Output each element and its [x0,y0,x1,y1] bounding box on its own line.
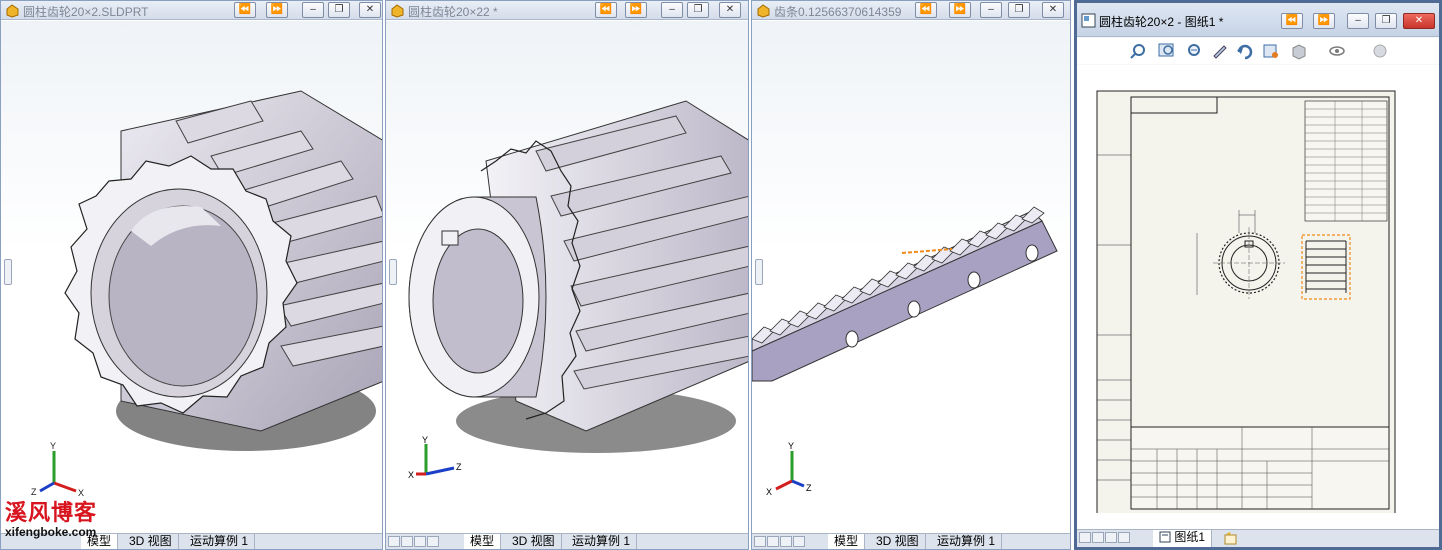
hide-show-icon[interactable] [1327,42,1347,60]
restore-button[interactable]: ❐ [328,2,350,18]
part-window-rack[interactable]: 齿条0.12566370614359 ⏪ ⏩ – ❐ ✕ Y X Z 模型 3D… [751,0,1071,550]
zoom-area-icon[interactable] [1157,42,1177,60]
window-titlebar[interactable]: 圆柱齿轮20×2.SLDPRT ⏪ ⏩ – ❐ ✕ [1,1,382,20]
restore-button[interactable]: ❐ [1008,2,1030,18]
solidworks-part-icon [757,4,770,18]
solidworks-drawing-icon [1081,13,1096,28]
model-tabs-bar: 模型 3D 视图 运动算例 1 [752,533,1070,549]
pan-icon[interactable] [1210,42,1230,60]
drawing-window[interactable]: 圆柱齿轮20×2 - 图纸1 * ⏪ ⏩ – ❐ ✕ 图纸1 [1074,0,1442,550]
sheet-tab-label: 图纸1 [1174,530,1206,544]
tab-motion-study[interactable]: 运动算例 1 [931,534,1003,549]
window-titlebar[interactable]: 圆柱齿轮20×22 * ⏪ ⏩ – ❐ ✕ [386,1,748,20]
window-title: 圆柱齿轮20×22 * [408,5,498,19]
prev-window-button[interactable]: ⏪ [1281,13,1303,29]
tab-model[interactable]: 模型 [464,534,502,549]
triad-x-label: X [78,488,84,498]
graphics-area[interactable]: Y X Z [752,21,1070,533]
close-button[interactable]: ✕ [359,2,381,18]
drawing-sheet[interactable] [1077,65,1439,513]
solidworks-part-icon [391,4,404,18]
triad-y-label: Y [788,441,794,451]
tab-motion-study[interactable]: 运动算例 1 [184,534,256,549]
watermark-text: 溪风博客 [5,500,98,526]
triad-x-label: X [766,487,772,497]
triad-z-label: Z [806,483,812,493]
watermark-url: xifengboke.com [5,525,97,539]
tab-model[interactable]: 模型 [828,534,866,549]
window-title: 齿条0.12566370614359 [774,5,902,19]
triad-y-label: Y [422,436,428,445]
close-button[interactable]: ✕ [1403,13,1435,29]
close-button[interactable]: ✕ [1042,2,1064,18]
next-window-button[interactable]: ⏩ [625,2,647,18]
tab-scroll-buttons[interactable] [1079,532,1130,543]
coordinate-triad: Y X Z [766,441,812,497]
tab-scroll-buttons[interactable] [388,536,439,547]
minimize-button[interactable]: – [980,2,1002,18]
zoom-to-fit-icon[interactable] [1129,42,1149,60]
zoom-in-out-icon[interactable] [1184,42,1204,60]
drawing-sheet-area[interactable] [1077,65,1439,529]
window-titlebar[interactable]: 齿条0.12566370614359 ⏪ ⏩ – ❐ ✕ [752,1,1070,20]
minimize-button[interactable]: – [661,2,683,18]
watermark: 溪风博客 xifengboke.com [5,501,105,539]
solidworks-part-icon [6,4,19,18]
tab-3d-view[interactable]: 3D 视图 [870,534,926,549]
add-sheet-icon[interactable] [1223,532,1239,546]
restore-button[interactable]: ❐ [687,2,709,18]
display-style-icon[interactable] [1289,42,1309,60]
tab-motion-study[interactable]: 运动算例 1 [566,534,638,549]
prev-window-button[interactable]: ⏪ [234,2,256,18]
coordinate-triad: Y X Z [31,441,84,498]
tab-scroll-buttons[interactable] [754,536,805,547]
restore-button[interactable]: ❐ [1375,13,1397,29]
window-titlebar[interactable]: 圆柱齿轮20×2 - 图纸1 * ⏪ ⏩ – ❐ ✕ [1077,3,1439,37]
sheet-icon [1159,531,1171,543]
pane-splitter-handle[interactable] [4,259,12,285]
minimize-button[interactable]: – [1347,13,1369,29]
part-window-gear-2[interactable]: 圆柱齿轮20×22 * ⏪ ⏩ – ❐ ✕ Y Z X 模型 3D 视图 运动算… [385,0,749,550]
tab-3d-view[interactable]: 3D 视图 [506,534,562,549]
next-window-button[interactable]: ⏩ [1313,13,1335,29]
close-button[interactable]: ✕ [719,2,741,18]
tab-sheet-1[interactable]: 图纸1 [1153,530,1213,547]
prev-window-button[interactable]: ⏪ [915,2,937,18]
appearance-icon[interactable] [1370,42,1390,60]
graphics-area[interactable]: Y Z X [386,21,748,533]
window-title: 圆柱齿轮20×2.SLDPRT [23,5,149,19]
next-window-button[interactable]: ⏩ [266,2,288,18]
view-toolbar [1077,38,1439,64]
triad-x-label: X [408,470,414,480]
graphics-area[interactable]: Y X Z [1,21,382,533]
pane-splitter-handle[interactable] [389,259,397,285]
tab-3d-view[interactable]: 3D 视图 [123,534,179,549]
minimize-button[interactable]: – [302,2,324,18]
window-title: 圆柱齿轮20×2 - 图纸1 * [1099,15,1224,29]
sheet-tabs-bar: 图纸1 [1077,529,1439,547]
coordinate-triad: Y Z X [408,436,462,480]
pane-splitter-handle[interactable] [755,259,763,285]
triad-z-label: Z [456,462,462,472]
part-window-gear-1[interactable]: 圆柱齿轮20×2.SLDPRT ⏪ ⏩ – ❐ ✕ Y X Z 模型 3D 视图… [0,0,383,550]
triad-y-label: Y [50,441,56,451]
triad-z-label: Z [31,487,37,497]
rotate-icon[interactable] [1235,42,1255,60]
view-orientation-icon[interactable] [1261,42,1281,60]
next-window-button[interactable]: ⏩ [949,2,971,18]
prev-window-button[interactable]: ⏪ [595,2,617,18]
model-tabs-bar: 模型 3D 视图 运动算例 1 [386,533,748,549]
